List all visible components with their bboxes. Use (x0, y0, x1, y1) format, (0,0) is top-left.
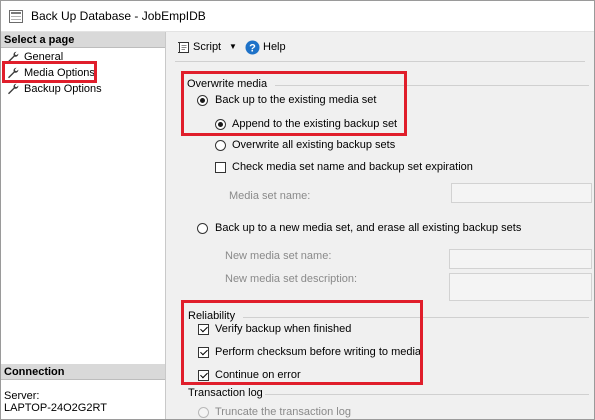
server-value: LAPTOP-24O2G2RT (4, 402, 107, 414)
toolbar-divider (175, 61, 585, 62)
server-label: Server: (4, 390, 40, 402)
select-page-header: Select a page (1, 32, 165, 48)
title-bar: Back Up Database - JobEmpIDB (1, 1, 594, 32)
svg-text:?: ? (249, 42, 256, 54)
script-button[interactable]: Script (193, 41, 221, 53)
connection-header: Connection (1, 364, 165, 380)
new-media-set-description-label: New media set description: (225, 273, 358, 285)
overwrite-backup-sets-label: Overwrite all existing backup sets (232, 139, 396, 151)
help-icon[interactable]: ? (245, 40, 260, 55)
window-title: Back Up Database - JobEmpIDB (31, 9, 206, 23)
left-pane: Select a page General Media Options Back… (1, 32, 166, 419)
toolbar: Script ▼ ? Help (165, 32, 594, 64)
script-dropdown-arrow-icon[interactable]: ▼ (229, 42, 237, 51)
wrench-icon (8, 83, 19, 95)
check-media-set-checkbox[interactable] (215, 162, 226, 173)
highlight-box-overwrite-media (181, 71, 407, 136)
page-item-label: Backup Options (24, 83, 102, 95)
database-app-icon (9, 10, 23, 23)
media-set-name-field[interactable] (451, 183, 592, 203)
transaction-log-group-title: Transaction log (188, 387, 263, 399)
backup-new-media-radio[interactable] (197, 223, 208, 234)
new-media-set-description-field[interactable] (449, 273, 592, 301)
highlight-box-media-options (2, 61, 97, 83)
new-media-set-name-field[interactable] (449, 249, 592, 269)
group-divider (265, 394, 589, 395)
media-options-panel: Overwrite media Back up to the existing … (165, 64, 594, 419)
check-media-set-label: Check media set name and backup set expi… (232, 161, 473, 173)
new-media-set-name-label: New media set name: (225, 250, 332, 262)
truncate-log-radio[interactable] (198, 407, 209, 418)
overwrite-backup-sets-radio[interactable] (215, 140, 226, 151)
media-set-name-label: Media set name: (229, 190, 311, 202)
backup-database-window: Back Up Database - JobEmpIDB Select a pa… (0, 0, 595, 420)
truncate-log-label: Truncate the transaction log (215, 406, 351, 418)
backup-new-media-label: Back up to a new media set, and erase al… (215, 222, 522, 234)
help-button[interactable]: Help (263, 41, 286, 53)
script-icon[interactable] (177, 41, 190, 54)
highlight-box-reliability (181, 300, 423, 385)
